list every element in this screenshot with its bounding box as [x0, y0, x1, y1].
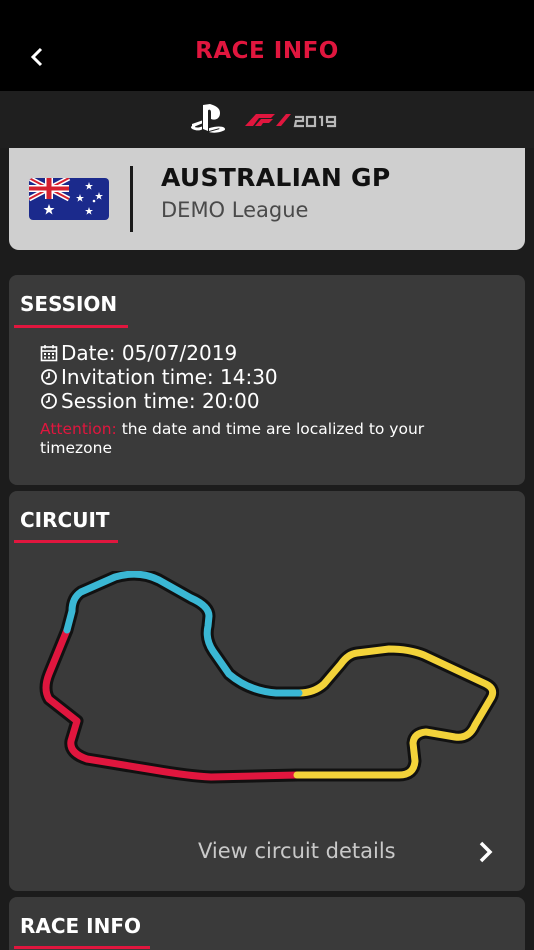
card-divider	[130, 166, 133, 232]
session-date: Date: 05/07/2019	[40, 341, 237, 365]
f1-2019-logo	[245, 114, 337, 128]
session-heading: SESSION	[20, 292, 118, 316]
circuit-heading-underline	[14, 540, 118, 543]
clock-icon	[41, 369, 57, 385]
track-sector-2	[63, 571, 303, 697]
timezone-notice: Attention: the date and time are localiz…	[40, 420, 490, 458]
circuit-heading: CIRCUIT	[20, 508, 110, 532]
race-info-panel: RACE INFO	[9, 897, 525, 950]
race-info-screen: RACE INFO AUSTRALIAN GP DEMO League SESS…	[0, 0, 534, 950]
top-bar: RACE INFO	[0, 0, 534, 91]
event-title: AUSTRALIAN GP	[161, 163, 391, 192]
session-panel: SESSION Date: 05/07/2019 Invitation time…	[9, 275, 525, 485]
track-sector-1	[42, 626, 301, 781]
league-name: DEMO League	[161, 198, 309, 222]
session-heading-underline	[14, 325, 128, 328]
race-info-heading: RACE INFO	[20, 914, 142, 938]
view-circuit-details-link[interactable]: View circuit details	[169, 831, 499, 875]
playstation-logo-icon	[191, 104, 226, 133]
session-start-time: Session time: 20:00	[40, 389, 260, 413]
view-circuit-details-label: View circuit details	[198, 839, 396, 863]
calendar-icon	[40, 345, 58, 362]
page-title: RACE INFO	[195, 38, 339, 64]
event-card: AUSTRALIAN GP DEMO League	[9, 148, 525, 250]
session-time-text: Session time: 20:00	[61, 389, 260, 413]
session-invitation-time: Invitation time: 14:30	[40, 365, 278, 389]
notice-label: Attention:	[40, 420, 117, 438]
track-outline	[39, 571, 499, 784]
chevron-right-icon	[479, 841, 493, 863]
circuit-panel: CIRCUIT View circuit details	[9, 491, 525, 891]
circuit-map	[39, 571, 499, 784]
australia-flag-icon	[29, 178, 109, 220]
clock-icon	[41, 393, 57, 409]
invitation-time-text: Invitation time: 14:30	[61, 365, 278, 389]
session-date-text: Date: 05/07/2019	[61, 341, 238, 365]
race-info-heading-underline	[14, 946, 150, 949]
